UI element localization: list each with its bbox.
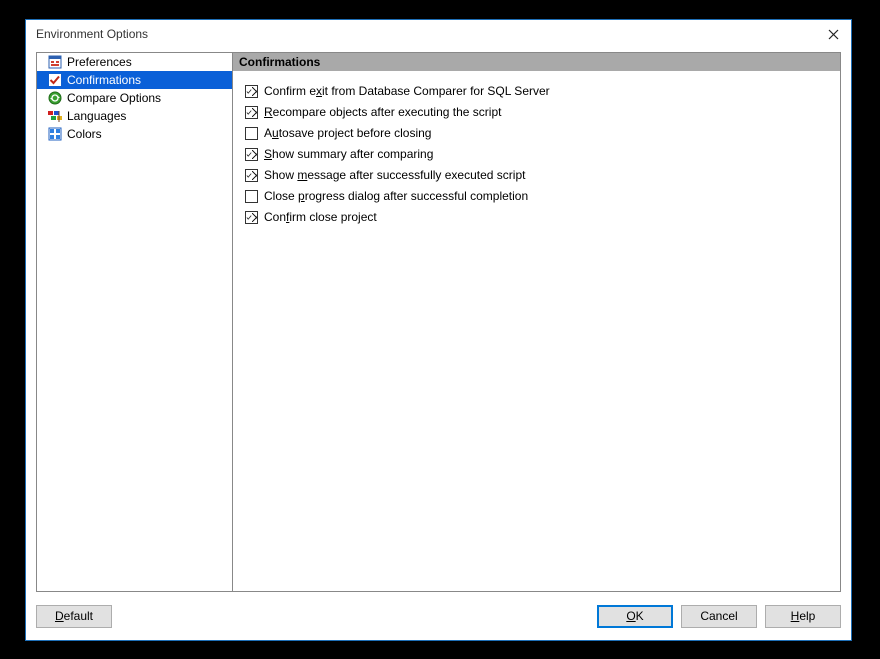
nav-panel: Preferences Confirmations: [36, 52, 233, 592]
checkbox-label: Show summary after comparing: [264, 147, 433, 161]
checkbox-label: Close progress dialog after successful c…: [264, 189, 528, 203]
checkbox-icon: [245, 85, 258, 98]
nav-label: Colors: [67, 127, 102, 141]
checkbox-label: Show message after successfully executed…: [264, 168, 525, 182]
default-button[interactable]: Default: [36, 605, 112, 628]
nav-label: Compare Options: [67, 91, 161, 105]
colors-icon: [47, 126, 63, 142]
window-title: Environment Options: [36, 27, 823, 41]
nav-label: Confirmations: [67, 73, 141, 87]
checkbox-show-summary[interactable]: Show summary after comparing: [245, 144, 828, 164]
nav-item-colors[interactable]: Colors: [37, 125, 232, 143]
checkbox-icon: [245, 211, 258, 224]
languages-icon: [47, 108, 63, 124]
checkbox-label: Recompare objects after executing the sc…: [264, 105, 501, 119]
checkbox-icon: [245, 169, 258, 182]
nav-item-confirmations[interactable]: Confirmations: [37, 71, 232, 89]
checkbox-icon: [245, 148, 258, 161]
nav-item-compare-options[interactable]: Compare Options: [37, 89, 232, 107]
content-panel: Confirmations Confirm exit from Database…: [233, 52, 841, 592]
dialog-window: Environment Options Pref: [25, 19, 852, 641]
cancel-button[interactable]: Cancel: [681, 605, 757, 628]
help-button[interactable]: Help: [765, 605, 841, 628]
close-button[interactable]: [823, 24, 843, 44]
checkbox-confirm-exit[interactable]: Confirm exit from Database Comparer for …: [245, 81, 828, 101]
confirmations-icon: [47, 72, 63, 88]
checkbox-icon: [245, 190, 258, 203]
checkbox-label: Confirm exit from Database Comparer for …: [264, 84, 550, 98]
checkbox-label: Autosave project before closing: [264, 126, 431, 140]
close-icon: [828, 29, 839, 40]
ok-button[interactable]: OK: [597, 605, 673, 628]
checkbox-icon: [245, 106, 258, 119]
titlebar: Environment Options: [26, 20, 851, 48]
checkbox-icon: [245, 127, 258, 140]
checkbox-close-progress[interactable]: Close progress dialog after successful c…: [245, 186, 828, 206]
button-bar: Default OK Cancel Help: [36, 602, 841, 630]
content-header: Confirmations: [233, 53, 840, 71]
nav-label: Languages: [67, 109, 126, 123]
checkbox-autosave[interactable]: Autosave project before closing: [245, 123, 828, 143]
compare-icon: [47, 90, 63, 106]
checkbox-show-message[interactable]: Show message after successfully executed…: [245, 165, 828, 185]
checkbox-recompare[interactable]: Recompare objects after executing the sc…: [245, 102, 828, 122]
nav-item-preferences[interactable]: Preferences: [37, 53, 232, 71]
checkbox-confirm-close-project[interactable]: Confirm close project: [245, 207, 828, 227]
content-inner: Confirm exit from Database Comparer for …: [233, 71, 840, 238]
checkbox-label: Confirm close project: [264, 210, 377, 224]
preferences-icon: [47, 54, 63, 70]
dialog-body: Preferences Confirmations: [36, 52, 841, 592]
nav-label: Preferences: [67, 55, 132, 69]
nav-item-languages[interactable]: Languages: [37, 107, 232, 125]
